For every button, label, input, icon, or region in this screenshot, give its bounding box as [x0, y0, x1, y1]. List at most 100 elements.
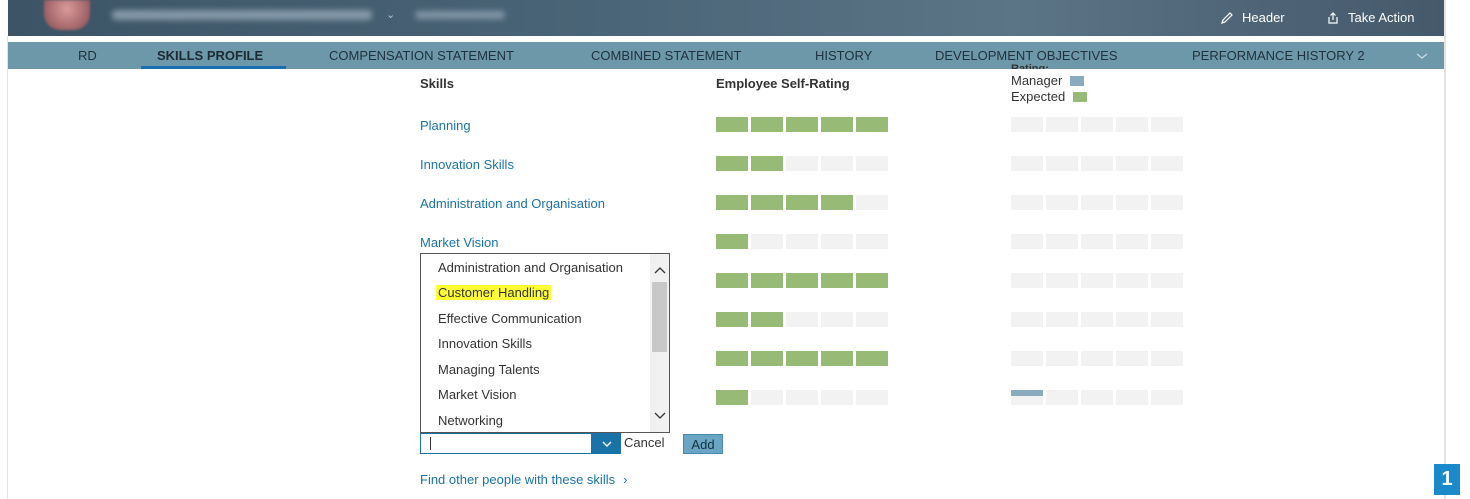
manager-rating-cell	[1081, 390, 1113, 405]
manager-rating-cell	[1081, 312, 1113, 327]
avatar[interactable]	[44, 0, 90, 30]
add-button[interactable]: Add	[683, 434, 723, 454]
tab-compensation-statement[interactable]: COMPENSATION STATEMENT	[329, 42, 514, 69]
manager-rating-cell	[1011, 234, 1043, 249]
self-rating-cell	[821, 195, 853, 210]
tab-combined-statement[interactable]: COMBINED STATEMENT	[591, 42, 741, 69]
blurred-employee-role	[415, 11, 505, 19]
manager-rating-cell	[1116, 156, 1148, 171]
self-rating-cell	[716, 195, 748, 210]
self-rating-cell	[786, 351, 818, 366]
self-rating-bar	[716, 351, 888, 366]
manager-rating-cell	[1011, 117, 1043, 132]
divider	[1444, 0, 1446, 499]
skill-link[interactable]: Innovation Skills	[420, 157, 514, 172]
take-action-button[interactable]: Take Action	[1326, 10, 1415, 25]
self-rating-cell	[856, 351, 888, 366]
skill-search-input[interactable]	[420, 433, 592, 454]
manager-rating-bar	[1011, 156, 1183, 171]
take-action-label: Take Action	[1348, 10, 1415, 25]
manager-rating-bar	[1011, 234, 1183, 249]
self-rating-cell	[751, 234, 783, 249]
chevron-up-icon[interactable]	[653, 264, 667, 276]
manager-rating-cell	[1081, 234, 1113, 249]
chevron-down-icon	[602, 441, 611, 447]
self-rating-cell	[751, 117, 783, 132]
skill-link[interactable]: Market Vision	[420, 235, 499, 250]
list-item[interactable]: Innovation Skills	[438, 336, 532, 351]
self-rating-cell	[751, 351, 783, 366]
self-rating-bar	[716, 273, 888, 288]
tab-skills-profile[interactable]: SKILLS PROFILE	[157, 42, 263, 69]
self-rating-column-header: Employee Self-Rating	[716, 76, 850, 91]
self-rating-cell	[716, 156, 748, 171]
manager-rating-cell	[1011, 312, 1043, 327]
manager-rating-cell	[1151, 351, 1183, 366]
list-item[interactable]: Administration and Organisation	[438, 260, 623, 275]
manager-rating-bar	[1011, 195, 1183, 210]
self-rating-bar	[716, 195, 888, 210]
self-rating-cell	[786, 117, 818, 132]
find-people-link[interactable]: Find other people with these skills ›	[420, 472, 627, 487]
self-rating-cell	[716, 234, 748, 249]
active-tab-indicator	[141, 66, 286, 69]
manager-rating-cell	[1151, 234, 1183, 249]
manager-rating-cell	[1011, 390, 1043, 405]
self-rating-cell	[786, 234, 818, 249]
text-caret	[430, 437, 431, 450]
chevron-down-icon[interactable]: ⌄	[386, 8, 395, 21]
chevron-down-icon[interactable]	[653, 410, 667, 422]
skill-options-listbox[interactable]: Administration and Organisation Customer…	[420, 253, 670, 433]
skill-link[interactable]: Administration and Organisation	[420, 196, 605, 211]
self-rating-cell	[716, 273, 748, 288]
dropdown-toggle-button[interactable]	[592, 433, 621, 454]
self-rating-cell	[821, 351, 853, 366]
header-button[interactable]: Header	[1220, 10, 1285, 25]
legend-expected-label: Expected	[1011, 89, 1066, 104]
self-rating-bar	[716, 234, 888, 249]
manager-rating-cell	[1151, 117, 1183, 132]
scroll-to-top-button[interactable]: 1	[1434, 464, 1460, 495]
manager-rating-cell	[1151, 273, 1183, 288]
tab-rd[interactable]: RD	[78, 42, 97, 69]
manager-rating-cell	[1046, 351, 1078, 366]
self-rating-cell	[786, 156, 818, 171]
tab-performance-history-2[interactable]: PERFORMANCE HISTORY 2	[1192, 42, 1365, 69]
manager-rating-bar	[1011, 351, 1183, 366]
find-people-label: Find other people with these skills	[420, 472, 616, 487]
list-item-highlighted[interactable]: Customer Handling	[436, 285, 552, 300]
self-rating-cell	[856, 312, 888, 327]
listbox-scrollbar-thumb[interactable]	[652, 282, 667, 352]
self-rating-cell	[856, 273, 888, 288]
manager-rating-cell	[1081, 273, 1113, 288]
list-item[interactable]: Managing Talents	[438, 362, 540, 377]
manager-rating-cell	[1046, 390, 1078, 405]
cancel-button[interactable]: Cancel	[624, 435, 664, 450]
list-item[interactable]: Effective Communication	[438, 311, 582, 326]
manager-rating-cell	[1011, 195, 1043, 210]
skills-column-header: Skills	[420, 76, 454, 91]
self-rating-cell	[856, 390, 888, 405]
manager-rating-cell	[1046, 195, 1078, 210]
self-rating-cell	[751, 390, 783, 405]
manager-rating-cell	[1046, 312, 1078, 327]
manager-rating-cell	[1011, 156, 1043, 171]
manager-rating-cell	[1151, 390, 1183, 405]
self-rating-cell	[786, 195, 818, 210]
pencil-icon	[1221, 11, 1233, 24]
manager-rating-cell	[1116, 390, 1148, 405]
list-item[interactable]: Market Vision	[438, 387, 517, 402]
manager-rating-cell	[1046, 117, 1078, 132]
legend-manager-swatch	[1070, 75, 1085, 86]
manager-rating-cell	[1116, 312, 1148, 327]
manager-rating-cell	[1151, 195, 1183, 210]
chevron-down-icon[interactable]	[1414, 48, 1430, 64]
self-rating-cell	[751, 156, 783, 171]
self-rating-cell	[856, 117, 888, 132]
manager-rating-bar	[1011, 312, 1183, 327]
skill-link[interactable]: Planning	[420, 118, 471, 133]
tab-history[interactable]: HISTORY	[815, 42, 872, 69]
list-item[interactable]: Networking	[438, 413, 503, 428]
self-rating-cell	[751, 195, 783, 210]
manager-rating-bar	[1011, 273, 1183, 288]
